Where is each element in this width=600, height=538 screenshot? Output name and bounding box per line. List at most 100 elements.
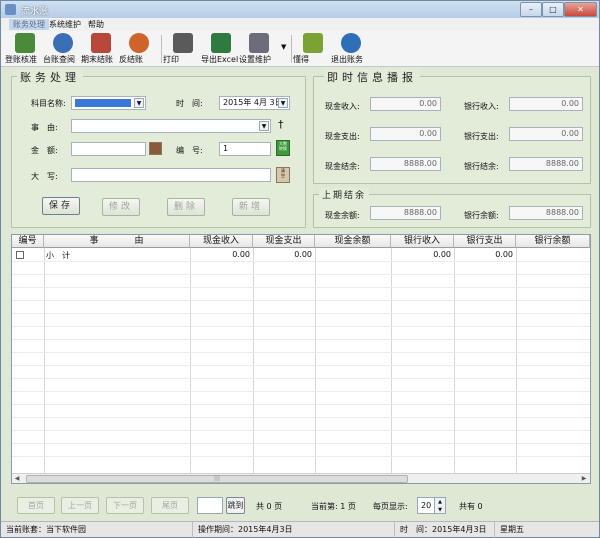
toolbar-separator [291, 35, 292, 63]
ledger-table[interactable]: 编号 事 由 现金收入 现金支出 现金余额 银行收入 银行支出 银行余额 小 计… [11, 234, 591, 484]
status-weekday: 星期五 [500, 525, 524, 534]
grid-line [12, 300, 590, 301]
grid-line [454, 248, 455, 473]
amount-input[interactable] [71, 142, 146, 156]
goto-page-input[interactable] [197, 497, 223, 514]
menu-accounting[interactable]: 账务处理 [9, 19, 49, 30]
total-pages-text: 共 0 页 [256, 502, 283, 511]
goto-button[interactable]: 跳到 [226, 497, 245, 514]
save-button[interactable]: 保存 [42, 197, 80, 215]
prev-page-button[interactable]: 上一页 [61, 497, 99, 514]
scroll-right-icon[interactable]: ▶ [579, 474, 589, 483]
scroll-thumb[interactable]: ||| [26, 475, 408, 483]
understand-button[interactable]: 懂得 [293, 33, 333, 66]
scroll-left-icon[interactable]: ◀ [12, 474, 22, 483]
reverse-close-button[interactable]: 反结账 [119, 33, 159, 66]
ledger-query-button[interactable]: 台账查阅 [43, 33, 83, 66]
per-page-spinner[interactable]: ▲ ▼ [434, 497, 446, 514]
cash-balance-label: 现金结余: [325, 162, 360, 171]
per-page-input[interactable]: 20 [417, 497, 435, 514]
column-header[interactable]: 银行支出 [454, 235, 516, 248]
grid-line [12, 326, 590, 327]
grid-line [12, 456, 590, 457]
understand-label: 懂得 [293, 55, 309, 64]
close-button[interactable]: ✕ [564, 2, 597, 17]
last-page-button[interactable]: 尾页 [151, 497, 189, 514]
magnifier-icon [53, 33, 73, 53]
amount-label: 金 额: [31, 146, 58, 155]
chevron-down-icon[interactable]: ▼ [259, 121, 269, 131]
cash-income-label: 现金收入: [325, 102, 360, 111]
matter-label: 事 由: [31, 123, 58, 132]
grid-line [516, 248, 517, 473]
bank-expense-value: 0.00 [509, 127, 583, 141]
export-excel-button[interactable]: 导出Excel [201, 33, 241, 66]
chevron-down-icon[interactable]: ▼ [281, 43, 287, 53]
row-cash-income: 0.00 [232, 250, 250, 259]
column-header[interactable]: 现金支出 [253, 235, 315, 248]
grid-line [315, 248, 316, 473]
grid-line [12, 443, 590, 444]
grid-line [44, 248, 45, 473]
grid-line [190, 248, 191, 473]
grid-line [12, 430, 590, 431]
settings-label: 设置维护 [239, 55, 271, 64]
printer-icon [173, 33, 193, 53]
column-header[interactable]: 编号 [12, 235, 44, 248]
date-picker[interactable]: 2015年 4月 3日 ▼ [219, 96, 290, 110]
period-close-button[interactable]: 期末结账 [81, 33, 121, 66]
edit-button[interactable]: 修改 [102, 198, 140, 216]
grid-line [12, 417, 590, 418]
toolbar: 登账核准 台账查阅 期末结账 反结账 打印 导出Excel 设置维护 ▼ 懂得 … [1, 31, 599, 67]
menu-system-maintenance[interactable]: 系统维护 [45, 19, 85, 30]
grid-line [12, 261, 590, 262]
pin-icon[interactable]: † [278, 118, 284, 131]
matter-input[interactable]: ▼ [71, 119, 271, 133]
column-header[interactable]: 现金收入 [190, 235, 253, 248]
exit-accounting-label: 退出账务 [331, 55, 363, 64]
horizontal-scrollbar[interactable]: ◀ ||| ▶ [12, 473, 590, 483]
uppercase-amount-field[interactable] [71, 168, 271, 182]
column-header[interactable]: 现金余额 [315, 235, 391, 248]
exit-accounting-button[interactable]: 退出账务 [331, 33, 371, 66]
bank-balance-label: 银行结余: [464, 162, 499, 171]
chevron-down-icon[interactable]: ▼ [278, 98, 288, 108]
grid-line [12, 274, 590, 275]
menu-help[interactable]: 帮助 [84, 19, 108, 30]
minimize-button[interactable]: – [520, 2, 542, 17]
cash-balance-value: 8888.00 [370, 157, 441, 171]
column-header[interactable]: 银行收入 [391, 235, 454, 248]
column-header[interactable]: 事 由 [44, 235, 190, 248]
calculator-icon[interactable] [149, 142, 162, 155]
row-cash-expense: 0.00 [294, 250, 312, 259]
status-account: 当前账套：当下软件园 [1, 522, 193, 538]
clear-button[interactable]: 清 空 [276, 167, 290, 183]
uppercase-label: 大 写: [31, 172, 58, 181]
settings-button[interactable]: 设置维护 [239, 33, 279, 66]
approve-entry-button[interactable]: 登账核准 [5, 33, 45, 66]
add-button[interactable]: 新增 [232, 198, 270, 216]
chevron-down-icon[interactable]: ▼ [134, 98, 144, 108]
grid-line [12, 365, 590, 366]
column-header[interactable]: 银行余额 [516, 235, 590, 248]
print-button[interactable]: 打印 [163, 33, 203, 66]
delete-button[interactable]: 删除 [167, 198, 205, 216]
grid-line [12, 404, 590, 405]
understand-icon [303, 33, 323, 53]
row-bank-income: 0.00 [433, 250, 451, 259]
maximize-button[interactable]: □ [542, 2, 564, 17]
last-cash-label: 现金余额: [325, 211, 360, 220]
status-bar: 当前账套：当下软件园 操作期间：2015年4月3日 时 间：2015年4月3日 … [1, 521, 599, 538]
ledger-query-label: 台账查阅 [43, 55, 75, 64]
subject-selection [75, 99, 131, 107]
grid-line [12, 339, 590, 340]
first-page-button[interactable]: 首页 [17, 497, 55, 514]
row-bank-expense: 0.00 [495, 250, 513, 259]
row-checkbox[interactable] [16, 251, 24, 259]
digits-convert-button[interactable]: 大数 转换 [276, 140, 290, 156]
next-page-button[interactable]: 下一页 [106, 497, 144, 514]
subject-label: 科目名称: [31, 99, 66, 108]
cash-expense-label: 现金支出: [325, 132, 360, 141]
number-input[interactable]: 1 [219, 142, 271, 156]
subject-select[interactable]: ▼ [71, 96, 146, 110]
